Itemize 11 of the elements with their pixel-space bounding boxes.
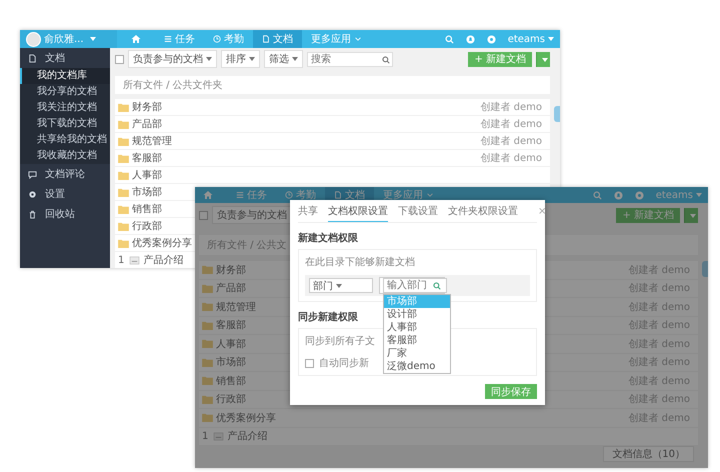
section-title: 同步新建权限 — [298, 310, 358, 324]
hint-text: 在此目录下能够新建文档 — [305, 256, 415, 269]
owner-text: 创建者 demo — [480, 100, 542, 114]
section-title: 新建文档权限 — [298, 231, 358, 245]
checkbox-label: 自动同步新 — [319, 356, 369, 370]
owner-text: 创建者 demo — [480, 134, 542, 148]
hint-text: 同步到所有子文 — [305, 334, 375, 348]
owner-text: 创建者 demo — [480, 152, 542, 165]
row-number: 1 — [118, 254, 124, 266]
row-number: 1 — [202, 430, 208, 442]
owner-text: 创建者 demo — [480, 118, 542, 131]
